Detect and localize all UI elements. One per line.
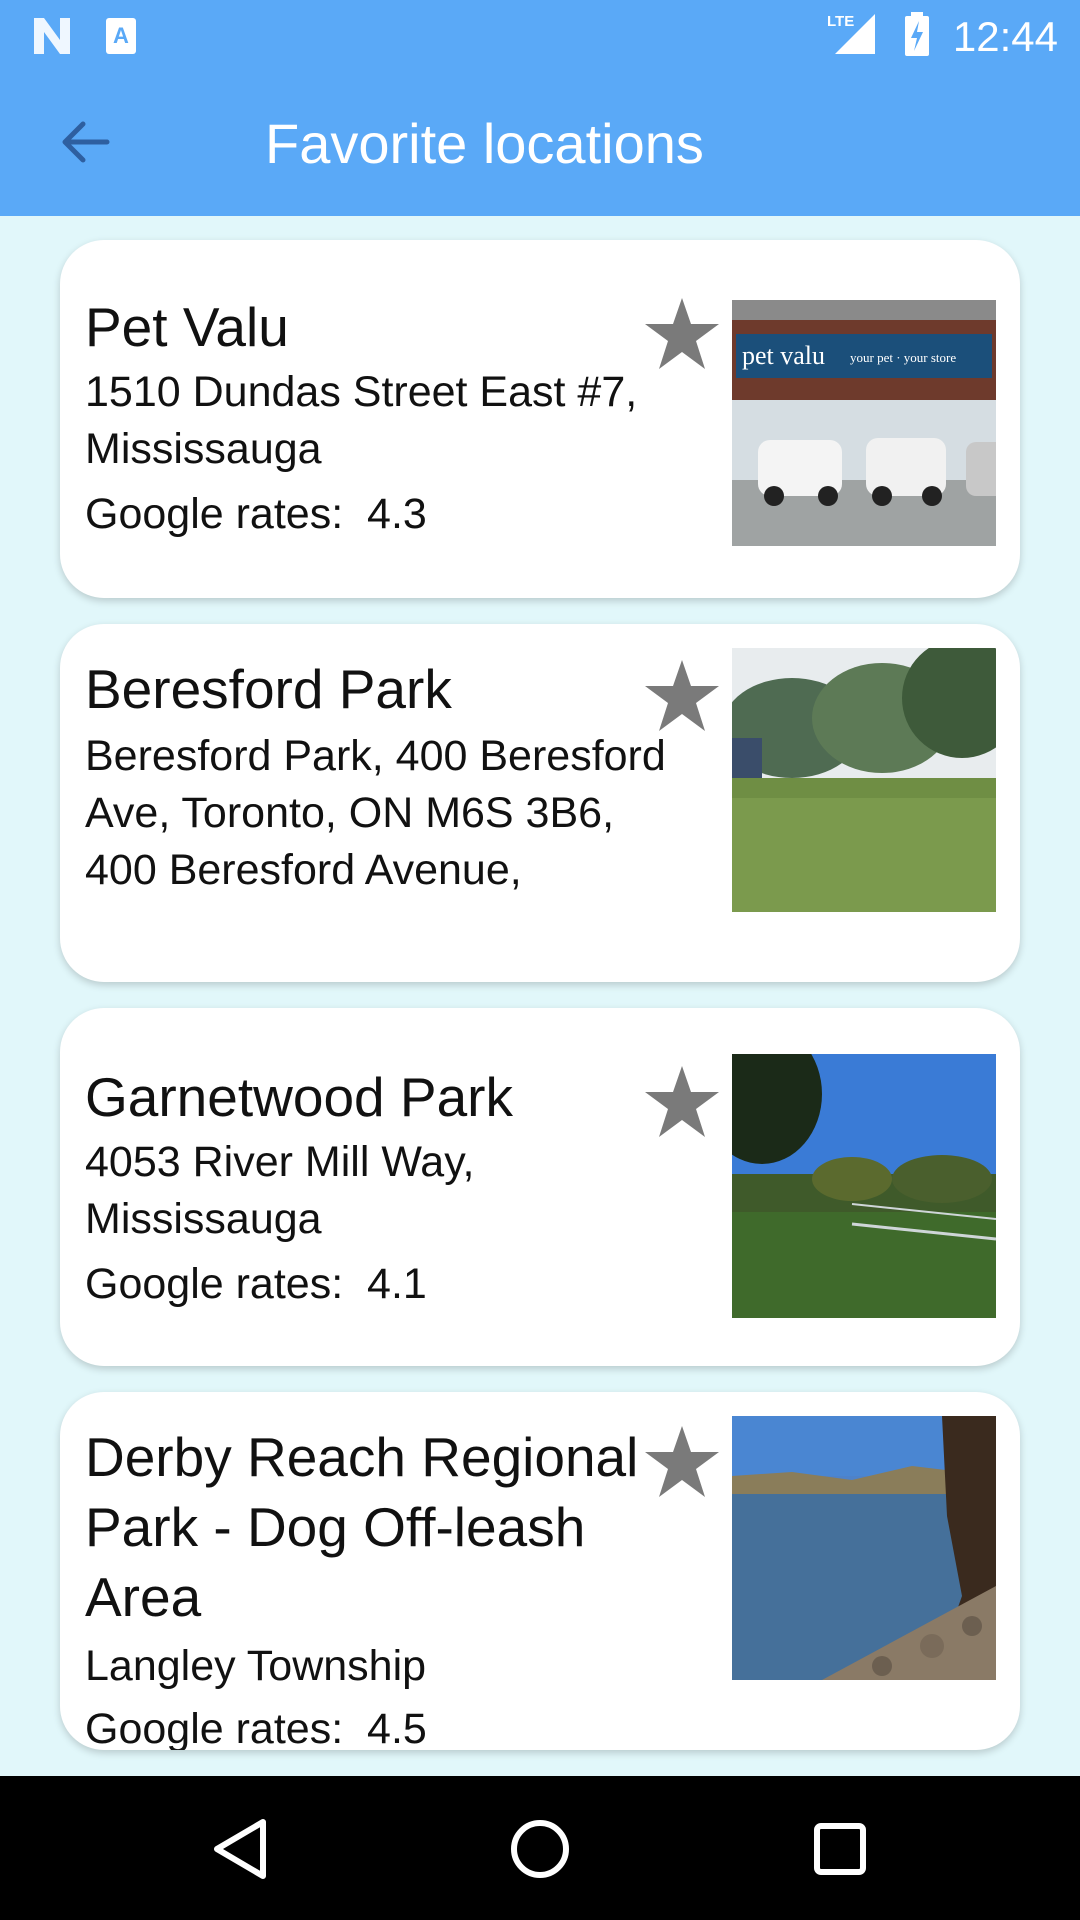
clock: 12:44 <box>952 12 1058 60</box>
n-logo-icon <box>30 14 74 63</box>
location-rating: Google rates: 4.5 <box>85 1705 427 1750</box>
back-triangle-icon <box>214 1819 266 1879</box>
location-card-pet-valu[interactable]: Pet Valu 1510 Dundas Street East #7, Mis… <box>60 240 1020 598</box>
nav-home-button[interactable] <box>495 1804 585 1894</box>
star-icon <box>645 1066 719 1137</box>
location-photo <box>732 1054 996 1318</box>
location-title: Pet Valu <box>85 296 289 358</box>
location-title: Beresford Park <box>85 658 452 720</box>
location-title: Garnetwood Park <box>85 1066 513 1128</box>
location-card-beresford-park[interactable]: Beresford Park Beresford Park, 400 Beres… <box>60 624 1020 982</box>
park-fence-photo <box>732 1054 996 1318</box>
svg-text:A: A <box>113 23 129 48</box>
favorite-star-button[interactable] <box>642 1062 722 1142</box>
signal-icon: LTE <box>825 10 881 63</box>
arrow-back-icon <box>57 118 111 171</box>
star-icon <box>645 298 719 369</box>
favorites-list[interactable]: Pet Valu 1510 Dundas Street East #7, Mis… <box>0 216 1080 1776</box>
location-address: Langley Township <box>85 1642 427 1690</box>
storefront-sign: pet valu <box>742 341 825 370</box>
park-photo <box>732 648 996 912</box>
nav-recents-button[interactable] <box>795 1804 885 1894</box>
status-bar: A LTE 12:44 <box>0 0 1080 72</box>
location-photo <box>732 1416 996 1680</box>
app-bar: Favorite locations <box>0 72 1080 216</box>
location-photo: pet valu your pet · your store <box>732 300 996 546</box>
nav-back-button[interactable] <box>195 1804 285 1894</box>
star-icon <box>645 1426 719 1497</box>
network-label: LTE <box>827 13 854 30</box>
storefront-tagline: your pet · your store <box>850 350 956 365</box>
a-notification-icon: A <box>104 16 138 61</box>
page-title: Favorite locations <box>265 112 704 175</box>
favorite-star-button[interactable] <box>642 1422 722 1502</box>
location-address: 4053 River Mill Way, Mississauga <box>85 1138 475 1243</box>
favorite-star-button[interactable] <box>642 294 722 374</box>
back-button[interactable] <box>42 108 126 180</box>
recents-square-icon <box>814 1823 866 1875</box>
location-address: 1510 Dundas Street East #7, Mississauga <box>85 368 638 473</box>
storefront-photo: pet valu your pet · your store <box>732 300 996 546</box>
system-nav-bar <box>0 1776 1080 1920</box>
location-title: Derby Reach Regional Park - Dog Off-leas… <box>85 1426 639 1628</box>
location-address: Beresford Park, 400 Beresford Ave, Toron… <box>85 732 666 894</box>
location-rating: Google rates: 4.1 <box>85 1260 427 1308</box>
location-card-derby-reach[interactable]: Derby Reach Regional Park - Dog Off-leas… <box>60 1392 1020 1750</box>
favorite-star-button[interactable] <box>642 656 722 736</box>
star-icon <box>645 660 719 731</box>
river-shore-photo <box>732 1416 996 1680</box>
location-rating: Google rates: 4.3 <box>85 490 427 538</box>
location-photo <box>732 648 996 912</box>
home-circle-icon <box>511 1820 569 1878</box>
location-card-garnetwood-park[interactable]: Garnetwood Park 4053 River Mill Way, Mis… <box>60 1008 1020 1366</box>
battery-charging-icon <box>903 10 931 63</box>
